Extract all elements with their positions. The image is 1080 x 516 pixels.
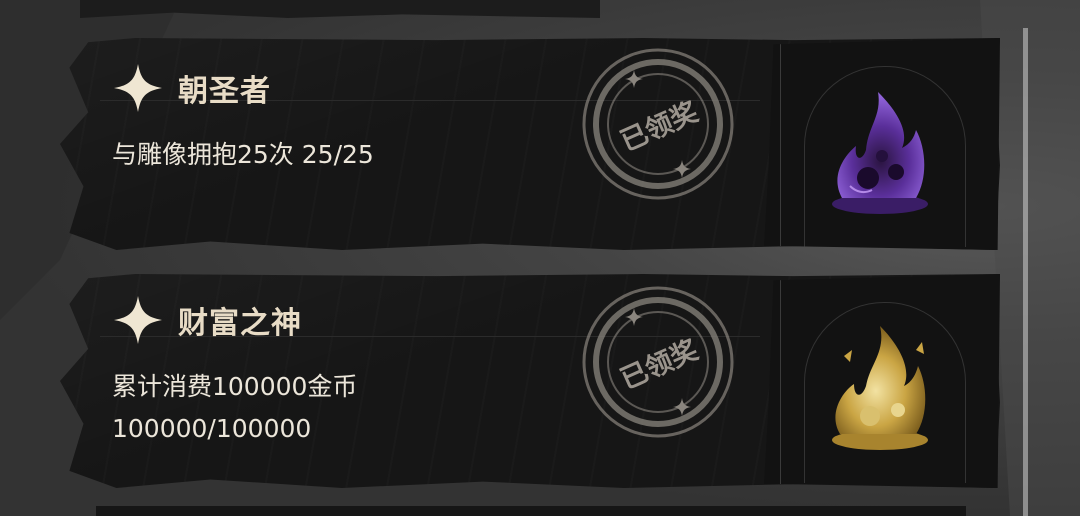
sparkle-star-icon [114, 64, 162, 112]
achievement-card[interactable]: 朝圣者 与雕像拥抱25次 25/25 已领奖 [60, 38, 1000, 250]
achievement-screen: 朝圣者 与雕像拥抱25次 25/25 已领奖 财富之神 累计消费100000金币… [0, 0, 1080, 516]
claimed-stamp: 已领奖 [578, 44, 738, 204]
purple-flame-icon[interactable] [820, 86, 940, 226]
achievement-title: 财富之神 [178, 306, 302, 341]
achievement-description: 与雕像拥抱25次 25/25 [112, 134, 374, 176]
scrollbar[interactable] [1023, 28, 1028, 516]
achievement-title: 朝圣者 [178, 74, 271, 109]
description-line: 与雕像拥抱25次 25/25 [112, 140, 374, 169]
achievement-description: 累计消费100000金币 100000/100000 [112, 366, 357, 450]
gold-flame-icon[interactable] [820, 320, 940, 460]
achievement-card[interactable]: 财富之神 累计消费100000金币 100000/100000 已领奖 [60, 274, 1000, 488]
next-card-edge [96, 506, 966, 516]
claimed-stamp: 已领奖 [578, 282, 738, 442]
description-line: 累计消费100000金币 [112, 372, 358, 401]
sparkle-star-icon [114, 296, 162, 344]
progress-value: 100000/100000 [112, 414, 312, 443]
